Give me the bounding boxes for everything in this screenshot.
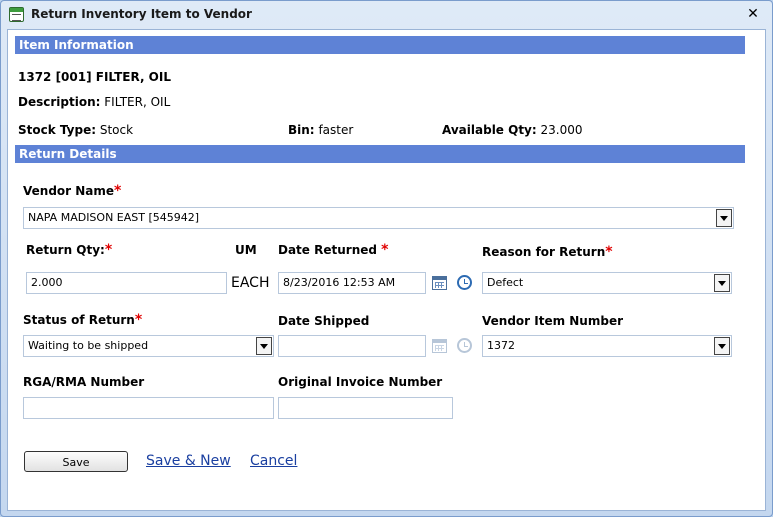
vendor-item-number-value: 1372	[487, 339, 515, 352]
return-qty-label: Return Qty:	[26, 243, 105, 257]
save-button[interactable]: Save	[24, 451, 128, 472]
vendor-name-label: Vendor Name	[23, 184, 115, 198]
close-button[interactable]: ✕	[745, 5, 761, 23]
dialog-window: Return Inventory Item to Vendor ✕ Item I…	[0, 0, 773, 517]
date-returned-label: Date Returned	[278, 243, 377, 257]
calendar-icon[interactable]	[432, 276, 447, 290]
chevron-down-icon[interactable]	[256, 337, 272, 355]
required-marker: *	[114, 183, 122, 199]
description-label: Description:	[18, 95, 101, 109]
status-of-return-label: Status of Return	[23, 313, 135, 327]
date-shipped-label: Date Shipped	[278, 314, 370, 328]
vendor-item-number-label: Vendor Item Number	[482, 314, 623, 328]
date-returned-label-wrap: Date Returned *	[278, 242, 388, 258]
bin-row: Bin: faster	[288, 123, 353, 137]
bin-label: Bin:	[288, 123, 315, 137]
available-qty-value: 23.000	[540, 123, 583, 137]
save-and-new-link[interactable]: Save & New	[146, 453, 231, 469]
rga-rma-number-input[interactable]	[23, 397, 274, 419]
status-of-return-select[interactable]: Waiting to be shipped	[23, 335, 274, 357]
original-invoice-number-input[interactable]	[278, 397, 453, 419]
status-of-return-label-wrap: Status of Return*	[23, 312, 142, 328]
required-marker: *	[381, 242, 389, 258]
vendor-name-value: NAPA MADISON EAST [545942]	[28, 211, 200, 224]
vendor-name-select[interactable]: NAPA MADISON EAST [545942]	[23, 207, 734, 229]
return-details-header: Return Details	[15, 145, 745, 163]
bin-value: faster	[318, 123, 354, 137]
item-title: 1372 [001] FILTER, OIL	[18, 70, 171, 84]
rga-rma-number-label: RGA/RMA Number	[23, 375, 145, 389]
required-marker: *	[104, 242, 113, 258]
clock-icon[interactable]	[457, 275, 472, 290]
date-returned-input[interactable]: 8/23/2016 12:53 AM	[278, 272, 426, 294]
cancel-link[interactable]: Cancel	[250, 453, 297, 469]
date-shipped-input[interactable]	[278, 335, 426, 357]
vendor-item-number-select[interactable]: 1372	[482, 335, 732, 357]
clock-icon[interactable]	[457, 338, 472, 353]
required-marker: *	[134, 312, 143, 328]
available-qty-label: Available Qty:	[442, 123, 537, 137]
chevron-down-icon[interactable]	[716, 209, 732, 227]
return-qty-label-wrap: Return Qty:*	[26, 242, 112, 258]
available-qty-row: Available Qty: 23.000	[442, 123, 583, 137]
return-qty-input[interactable]: 2.000	[26, 272, 227, 294]
dialog-content: Item Information 1372 [001] FILTER, OIL …	[7, 29, 766, 511]
title-bar[interactable]: Return Inventory Item to Vendor ✕	[1, 1, 772, 29]
vendor-name-label-wrap: Vendor Name*	[23, 183, 121, 199]
form-icon	[9, 7, 24, 22]
chevron-down-icon[interactable]	[714, 337, 730, 355]
item-information-header: Item Information	[15, 36, 745, 54]
reason-for-return-select[interactable]: Defect	[482, 272, 732, 294]
description-row: Description: FILTER, OIL	[18, 95, 170, 109]
description-value: FILTER, OIL	[104, 95, 171, 109]
um-label: UM	[235, 243, 257, 257]
original-invoice-number-label: Original Invoice Number	[278, 375, 443, 389]
stock-type-value: Stock	[99, 123, 134, 137]
reason-for-return-label-wrap: Reason for Return*	[482, 244, 613, 260]
chevron-down-icon[interactable]	[714, 274, 730, 292]
reason-for-return-value: Defect	[487, 276, 524, 289]
um-value: EACH	[231, 275, 270, 291]
stock-type-label: Stock Type:	[18, 123, 97, 137]
status-of-return-value: Waiting to be shipped	[28, 339, 149, 352]
window-title: Return Inventory Item to Vendor	[31, 7, 252, 21]
calendar-icon[interactable]	[432, 339, 447, 353]
required-marker: *	[605, 244, 613, 260]
reason-for-return-label: Reason for Return	[482, 245, 606, 259]
stock-type-row: Stock Type: Stock	[18, 123, 133, 137]
